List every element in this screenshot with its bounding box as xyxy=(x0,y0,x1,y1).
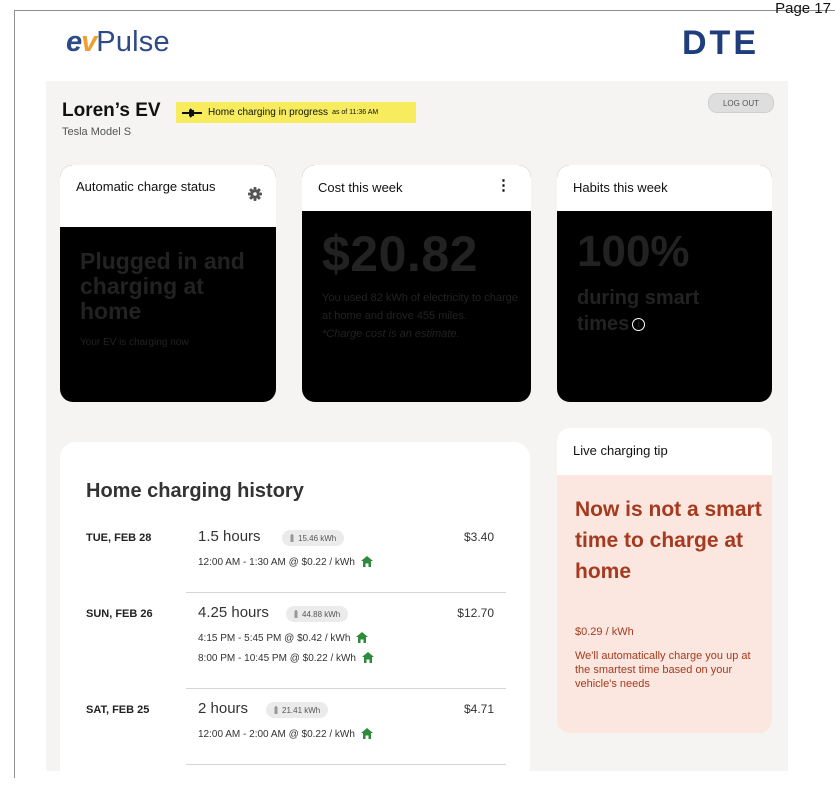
history-slot: 4:15 PM - 5:45 PM @ $0.42 / kWh xyxy=(198,632,369,644)
charging-history-card: Home charging history TUE, FEB 28 1.5 ho… xyxy=(60,442,530,778)
history-day: SAT, FEB 25 xyxy=(86,704,150,716)
card-title: Live charging tip xyxy=(573,443,668,458)
weekly-cost-amount: $20.82 xyxy=(322,226,478,282)
kwh-value: 15.46 kWh xyxy=(298,533,337,543)
card-header: Habits this week xyxy=(557,165,772,211)
card-header: Live charging tip xyxy=(557,428,772,475)
live-charging-tip-card: Live charging tip Now is not a smart tim… xyxy=(557,428,772,733)
history-slot: 12:00 AM - 1:30 AM @ $0.22 / kWh xyxy=(198,556,373,568)
logout-button[interactable]: LOG OUT xyxy=(708,93,774,113)
card-title: Automatic charge status xyxy=(76,179,216,194)
history-title: Home charging history xyxy=(86,480,304,502)
history-day: TUE, FEB 28 xyxy=(86,532,152,544)
ev-logo-mark: ev xyxy=(66,26,97,58)
plug-icon xyxy=(182,107,202,118)
cost-this-week-card: Cost this week ⋮ $20.82 You used 82 kWh … xyxy=(302,165,531,402)
page-number: Page 17 xyxy=(775,0,831,17)
row-divider xyxy=(186,688,506,689)
history-day: SUN, FEB 26 xyxy=(86,608,153,620)
history-duration: 4.25 hours xyxy=(198,604,269,621)
history-amount: $4.71 xyxy=(463,702,494,716)
weekly-cost-description: You used 82 kWh of electricity to charge… xyxy=(322,289,522,343)
smart-times-percent: 100% xyxy=(577,227,690,276)
row-divider xyxy=(186,592,506,593)
home-icon xyxy=(356,632,369,643)
vehicle-model: Tesla Model S xyxy=(62,126,132,138)
info-icon[interactable]: i xyxy=(632,318,646,332)
weekly-cost-detail: You used 82 kWh of electricity to charge… xyxy=(322,292,518,322)
card-header: Automatic charge status xyxy=(60,165,276,227)
ev-logo-e: e xyxy=(66,26,82,58)
slot-text: 8:00 PM - 10:45 PM @ $0.22 / kWh xyxy=(198,653,356,664)
charging-status-text: Home charging in progress xyxy=(208,107,329,118)
kwh-badge: 21.41 kWh xyxy=(266,702,329,718)
cost-estimate-note: *Charge cost is an estimate. xyxy=(322,328,460,340)
slot-text: 4:15 PM - 5:45 PM @ $0.42 / kWh xyxy=(198,633,351,644)
card-title: Habits this week xyxy=(573,180,668,195)
history-slot: 8:00 PM - 10:45 PM @ $0.22 / kWh xyxy=(198,652,374,664)
slot-text: 12:00 AM - 2:00 AM @ $0.22 / kWh xyxy=(198,729,355,740)
ev-logo-text: Pulse xyxy=(96,26,170,58)
battery-icon xyxy=(274,706,278,714)
auto-charge-status-card: Automatic charge status Plugged in and c… xyxy=(60,165,276,402)
page-border-top xyxy=(14,10,835,11)
page-border-left xyxy=(14,10,15,778)
kwh-value: 44.88 kWh xyxy=(302,609,341,619)
home-icon xyxy=(362,652,374,663)
card-title: Cost this week xyxy=(318,180,403,195)
vehicle-name: Loren’s EV xyxy=(62,100,161,121)
gear-icon[interactable] xyxy=(248,187,262,201)
kebab-menu-icon[interactable]: ⋮ xyxy=(496,178,511,193)
history-slot: 12:00 AM - 2:00 AM @ $0.22 / kWh xyxy=(198,728,373,740)
battery-icon xyxy=(294,610,298,618)
battery-icon xyxy=(290,534,294,542)
tip-headline: Now is not a smart time to charge at hom… xyxy=(575,498,762,583)
slot-text: 12:00 AM - 1:30 AM @ $0.22 / kWh xyxy=(198,557,355,568)
tip-message: We'll automatically charge you up at the… xyxy=(575,650,751,690)
dte-logo: DTE xyxy=(682,24,759,62)
charge-status-detail: Your EV is charging now xyxy=(80,337,189,348)
history-amount: $12.70 xyxy=(457,606,494,620)
history-amount: $3.40 xyxy=(463,530,494,544)
charging-status-badge: Home charging in progress as of 11:36 AM xyxy=(176,102,416,123)
ev-logo-v: v xyxy=(81,26,97,58)
kwh-badge: 15.46 kWh xyxy=(282,530,345,546)
kwh-value: 21.41 kWh xyxy=(282,705,321,715)
ev-pulse-logo: evPulse xyxy=(66,26,170,59)
history-duration: 1.5 hours xyxy=(198,528,261,545)
home-icon xyxy=(360,556,373,567)
card-header: Cost this week ⋮ xyxy=(302,165,531,211)
charge-status-headline: Plugged in and charging at home xyxy=(80,248,245,324)
charging-status-time: as of 11:36 AM xyxy=(332,109,379,116)
tip-price: $0.29 / kWh xyxy=(575,626,634,638)
home-icon xyxy=(360,728,373,739)
row-divider xyxy=(186,764,506,765)
smart-times-label-wrap: during smart times i xyxy=(577,285,757,337)
habits-this-week-card: Habits this week 100% during smart times… xyxy=(557,165,772,402)
kwh-badge: 44.88 kWh xyxy=(286,606,349,622)
history-duration: 2 hours xyxy=(198,700,249,717)
